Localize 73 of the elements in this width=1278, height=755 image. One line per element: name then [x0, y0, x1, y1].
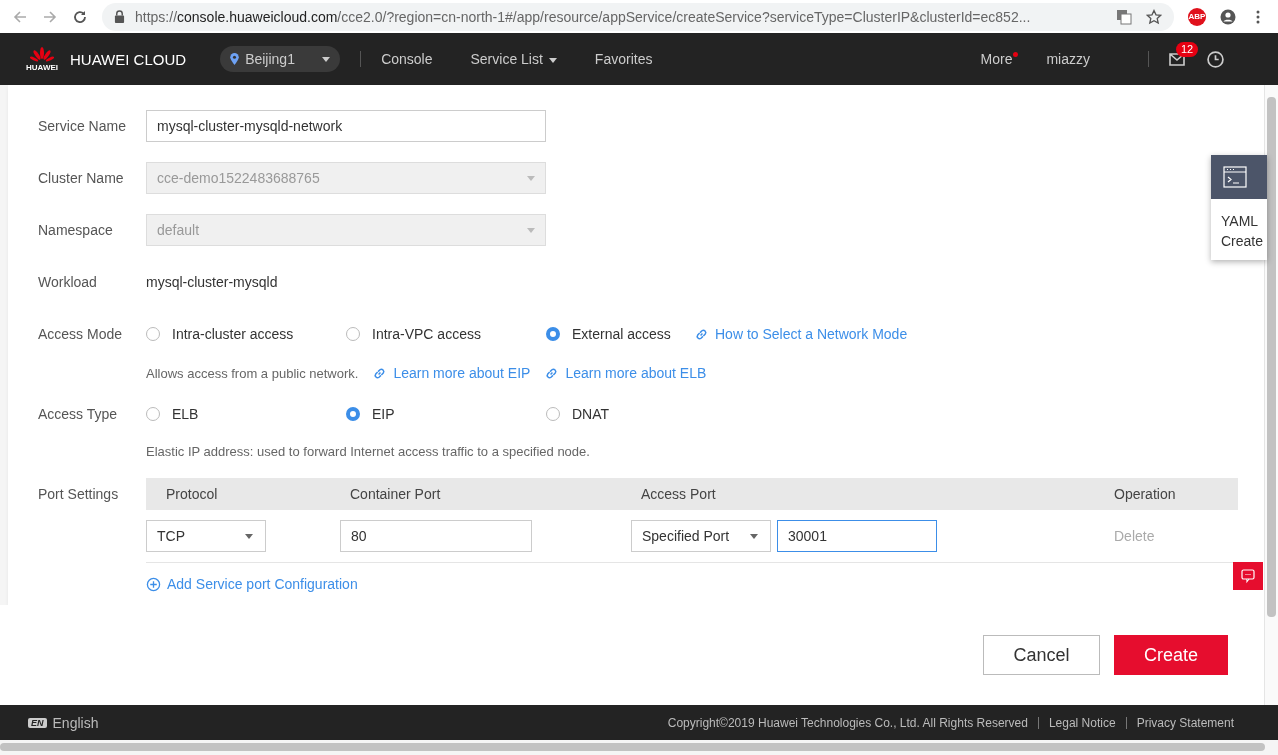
add-icon[interactable] — [146, 576, 161, 592]
column-header: Protocol — [165, 486, 219, 502]
hint-text: Elastic IP address: used to forward Internet access traffic to a specified node. — [146, 443, 590, 459]
container-port-input[interactable]: 80 — [340, 520, 532, 552]
forward-icon[interactable] — [42, 8, 58, 25]
input-field[interactable]: mysql-cluster-mysqld-network — [146, 110, 546, 142]
radio-button[interactable] — [346, 407, 360, 421]
radio-button[interactable] — [146, 407, 160, 421]
scrollbar[interactable] — [1264, 85, 1278, 705]
yaml-panel[interactable]: YAML Create — [1211, 155, 1267, 260]
region-selector[interactable]: Beijing1 — [220, 46, 341, 72]
cancel-button[interactable]: Cancel — [983, 635, 1100, 675]
translate-icon[interactable] — [1116, 8, 1132, 25]
field-label: Namespace — [38, 222, 114, 238]
radio-label[interactable]: External access — [572, 326, 671, 342]
protocol-select[interactable]: TCP — [146, 520, 266, 552]
radio-label[interactable]: Intra-VPC access — [372, 326, 481, 342]
language-badge[interactable]: EN — [28, 717, 47, 728]
radio-button[interactable] — [146, 327, 160, 341]
yaml-panel-text: Create — [1221, 232, 1265, 251]
message-count-badge: 12 — [1176, 42, 1199, 57]
mail-icon[interactable] — [1169, 52, 1185, 66]
help-link[interactable]: How to Select a Network Mode — [715, 326, 908, 342]
language-link[interactable]: English — [52, 714, 99, 731]
scrollbar[interactable] — [0, 740, 1278, 755]
feedback-button[interactable] — [1233, 562, 1263, 590]
field-label: Service Name — [38, 118, 127, 134]
reload-icon[interactable] — [72, 8, 88, 25]
logo-icon — [30, 46, 54, 63]
clock-icon[interactable] — [1207, 50, 1224, 68]
column-header: Operation — [1113, 486, 1177, 502]
footer-link[interactable]: Legal Notice — [1048, 715, 1116, 730]
radio-label[interactable]: Intra-cluster access — [172, 326, 294, 342]
port-mode-select[interactable]: Specified Port — [631, 520, 771, 552]
link-icon — [372, 365, 388, 381]
field-label: Access Mode — [38, 326, 124, 342]
lock-icon — [114, 10, 125, 23]
nav-link[interactable]: Console — [381, 51, 433, 67]
radio-label[interactable]: EIP — [372, 406, 395, 422]
field-label: Port Settings — [38, 485, 120, 504]
terminal-icon — [1223, 165, 1247, 189]
radio-button[interactable] — [346, 327, 360, 341]
profile-icon[interactable] — [1220, 8, 1236, 25]
radio-button[interactable] — [546, 407, 560, 421]
copyright-text: Copyright©2019 Huawei Technologies Co., Ltd. All Rights Reserved — [667, 715, 1028, 730]
field-label: Cluster Name — [38, 170, 125, 186]
radio-label[interactable]: ELB — [172, 406, 199, 422]
link-icon — [694, 326, 709, 342]
workload-value: mysql-cluster-mysqld — [146, 274, 278, 290]
back-icon[interactable] — [12, 8, 28, 25]
radio-label[interactable]: DNAT — [572, 406, 610, 422]
yaml-panel-text: YAML — [1221, 212, 1260, 231]
column-header: Access Port — [640, 486, 717, 502]
extension-icon[interactable]: ABP — [1188, 7, 1206, 26]
field-label: Workload — [38, 274, 98, 290]
radio-button[interactable] — [546, 327, 560, 341]
hint-text: Allows access from a public network. — [146, 365, 359, 381]
create-button[interactable]: Create — [1114, 635, 1228, 675]
chat-icon — [1240, 568, 1256, 584]
access-port-input[interactable]: 30001 — [777, 520, 937, 552]
location-pin-icon — [230, 53, 240, 65]
nav-link[interactable]: Favorites — [594, 51, 653, 67]
link-icon — [544, 365, 560, 381]
brand-name[interactable]: HUAWEI CLOUD — [70, 50, 187, 68]
logo-text: HUAWEI — [26, 62, 58, 72]
user-name[interactable]: miazzy — [1046, 51, 1090, 67]
column-header: Container Port — [349, 486, 442, 502]
more-menu[interactable]: More — [980, 51, 1019, 67]
nav-link[interactable]: Service List — [470, 51, 557, 67]
address-bar[interactable]: https://console.huaweicloud.com/cce2.0/?region=cn-north-1#/app/resource/appService/createService?serviceType=ClusterIP&clusterId=ec852... — [102, 2, 1174, 31]
star-icon[interactable] — [1146, 8, 1162, 25]
footer-link[interactable]: Privacy Statement — [1136, 715, 1234, 730]
field-label: Access Type — [38, 406, 119, 422]
